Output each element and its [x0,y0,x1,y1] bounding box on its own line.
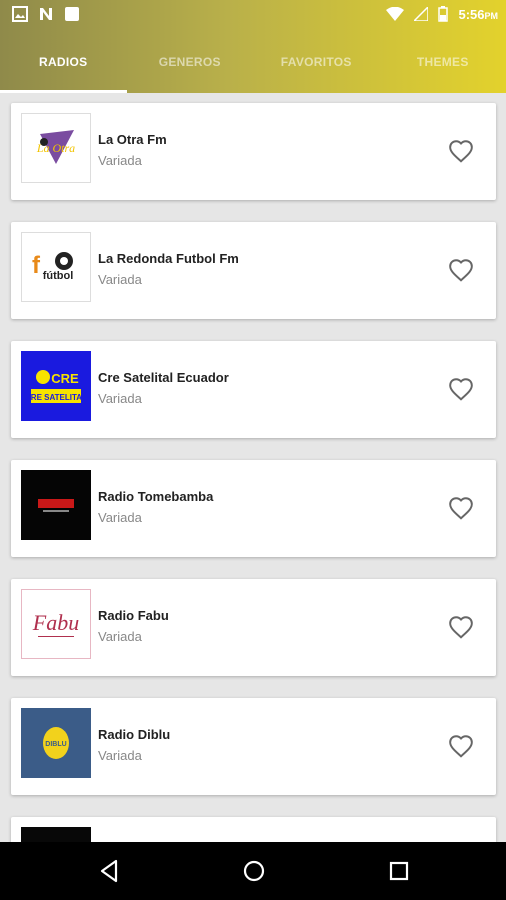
tab-favoritos[interactable]: FAVORITOS [253,44,380,93]
station-logo: DIBLU [21,708,91,778]
station-name: Radio Fabu [98,608,169,623]
station-logo: CRE CRE SATELITAL [21,351,91,421]
station-genre: Variada [98,391,142,406]
heart-icon[interactable] [448,734,474,758]
station-name: Radio Tomebamba [98,489,214,504]
station-card-radio-diblu[interactable]: DIBLU Radio Diblu Variada [11,698,496,795]
station-name: Cre Satelital Ecuador [98,370,229,385]
station-genre: Variada [98,748,142,763]
home-icon[interactable] [241,858,267,884]
tab-radios[interactable]: RADIOS [0,44,127,93]
logo-text: DIBLU [45,741,66,748]
back-icon[interactable] [96,858,122,884]
svg-text:f: f [32,252,41,279]
heart-icon[interactable] [448,139,474,163]
station-genre: Variada [98,510,142,525]
logo-text: Fabu [32,610,79,635]
station-card-la-redonda-futbol-fm[interactable]: f fútbol La Redonda Futbol Fm Variada [11,222,496,319]
heart-icon[interactable] [448,496,474,520]
app-header: 5:56PM RADIOS GENEROS FAVORITOS THEMES [0,0,506,93]
status-bar: 5:56PM [0,0,506,32]
station-name: La Otra Fm [98,132,167,147]
heart-icon[interactable] [448,258,474,282]
square-notification-icon [65,7,79,21]
station-logo [21,470,91,540]
battery-icon [438,6,449,22]
tab-generos[interactable]: GENEROS [127,44,254,93]
station-card-radio-fabu[interactable]: Fabu Radio Fabu Variada [11,579,496,676]
tab-bar: RADIOS GENEROS FAVORITOS THEMES [0,44,506,93]
svg-text:CRE: CRE [51,371,79,386]
station-name: Radio Diblu [98,727,171,742]
image-notification-icon [12,6,28,22]
station-genre: Variada [98,629,142,644]
station-logo: Fabu [21,589,91,659]
n-notification-icon [40,8,52,20]
recents-icon[interactable] [386,858,412,884]
station-logo: f fútbol [21,232,91,302]
station-card-cre-satelital-ecuador[interactable]: CRE CRE SATELITAL Cre Satelital Ecuador … [11,341,496,438]
logo-text: fútbol [43,270,74,282]
status-time: 5:56PM [458,6,498,22]
station-logo: La Otra [21,113,91,183]
station-card-radio-tomebamba[interactable]: Radio Tomebamba Variada [11,460,496,557]
system-nav-bar [0,842,506,900]
signal-icon [414,7,429,21]
station-genre: Variada [98,272,142,287]
tab-themes[interactable]: THEMES [380,44,506,93]
heart-icon[interactable] [448,615,474,639]
station-name: La Redonda Futbol Fm [98,251,239,266]
heart-icon[interactable] [448,377,474,401]
station-card-la-otra-fm[interactable]: La Otra La Otra Fm Variada [11,103,496,200]
logo-text: La Otra [36,141,75,155]
station-genre: Variada [98,153,142,168]
wifi-icon [386,7,405,21]
logo-text: CRE SATELITAL [25,393,87,402]
